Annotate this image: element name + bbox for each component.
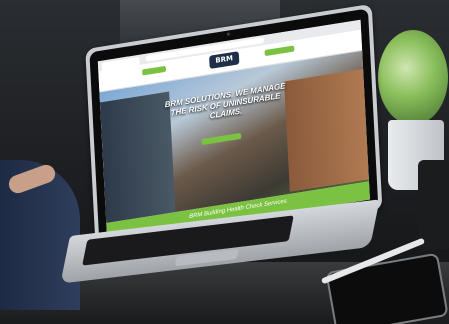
header-right-button[interactable] xyxy=(264,45,295,57)
site-logo[interactable]: BRM xyxy=(209,51,240,69)
photo-scene: BRM BRM SOLUTIONS. WE MANAGE THE RISK OF… xyxy=(0,0,449,324)
dark-vase xyxy=(418,160,449,250)
hero-title: BRM SOLUTIONS. WE MANAGE THE RISK OF UNI… xyxy=(164,81,286,121)
potted-plant xyxy=(378,30,448,125)
building-right xyxy=(284,68,369,192)
hero-cta-button[interactable] xyxy=(201,132,242,146)
header-left-button[interactable] xyxy=(142,65,167,76)
webcam-icon xyxy=(226,32,230,36)
